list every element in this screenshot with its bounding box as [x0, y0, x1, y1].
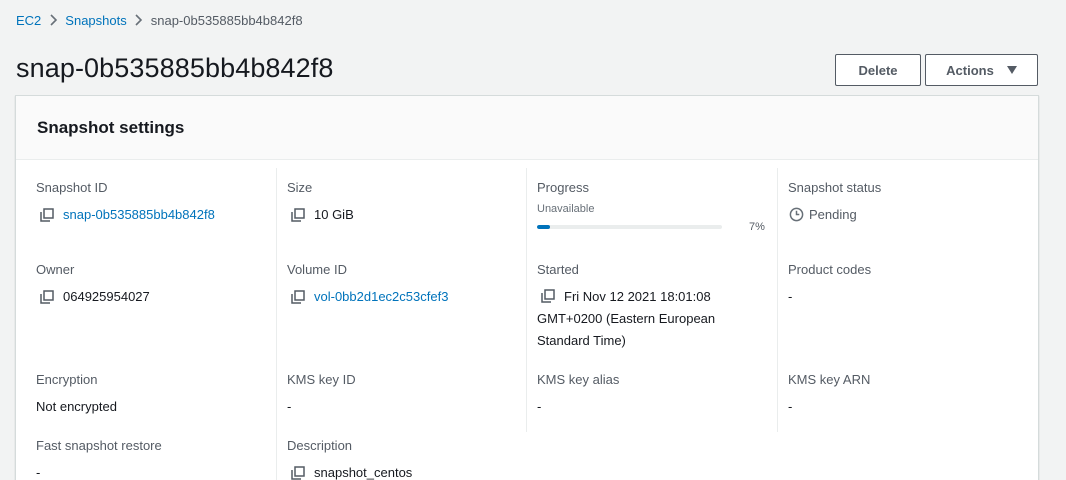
- volume-id-link[interactable]: vol-0bb2d1ec2c53cfef3: [314, 286, 448, 308]
- kms-key-arn-value: -: [788, 399, 793, 414]
- field-value: Fri Nov 12 2021 18:01:08 GMT+0200 (Easte…: [537, 286, 742, 352]
- copy-icon[interactable]: [291, 466, 305, 480]
- breadcrumb-ec2[interactable]: EC2: [16, 13, 41, 28]
- field-label: Snapshot ID: [36, 180, 108, 195]
- field-value: Not encrypted: [36, 396, 276, 418]
- progress-track: [537, 225, 722, 229]
- field-value: 064925954027: [36, 286, 276, 308]
- breadcrumb-current: snap-0b535885bb4b842f8: [150, 13, 303, 28]
- breadcrumb-snapshots[interactable]: Snapshots: [65, 13, 126, 28]
- snapshot-settings-panel: Snapshot settings Snapshot ID snap-0b535…: [15, 95, 1039, 480]
- progress-fill: [537, 225, 550, 229]
- delete-button-label: Delete: [858, 62, 898, 78]
- column-divider: [777, 168, 778, 432]
- kms-key-id-value: -: [287, 399, 292, 414]
- product-codes-value: -: [788, 289, 793, 304]
- field-value: vol-0bb2d1ec2c53cfef3: [287, 286, 527, 308]
- status-value: Pending: [809, 207, 857, 222]
- field-value: -: [36, 462, 276, 480]
- field-size: Size 10 GiB: [287, 180, 527, 226]
- description-value: snapshot_centos: [314, 465, 413, 480]
- page-title: snap-0b535885bb4b842f8: [16, 53, 334, 83]
- field-label: Owner: [36, 262, 75, 277]
- snapshot-id-link[interactable]: snap-0b535885bb4b842f8: [63, 204, 215, 226]
- field-value: 10 GiB: [287, 204, 527, 226]
- field-started: Started Fri Nov 12 2021 18:01:08 GMT+020…: [537, 262, 742, 352]
- copy-icon[interactable]: [291, 208, 305, 222]
- size-value: 10 GiB: [314, 207, 354, 222]
- field-label: Fast snapshot restore: [36, 438, 162, 453]
- actions-dropdown-button[interactable]: Actions: [925, 54, 1038, 86]
- fast-restore-value: -: [36, 465, 41, 480]
- field-label: KMS key alias: [537, 372, 620, 387]
- kms-key-alias-value: -: [537, 399, 542, 414]
- progress-percent: 7%: [749, 221, 765, 233]
- field-fast-snapshot-restore: Fast snapshot restore -: [36, 438, 276, 480]
- encryption-value: Not encrypted: [36, 399, 117, 414]
- field-label: KMS key ARN: [788, 372, 871, 387]
- copy-icon[interactable]: [40, 290, 54, 304]
- field-label: KMS key ID: [287, 372, 356, 387]
- clock-icon: [789, 207, 804, 222]
- field-value: Pending: [788, 204, 1028, 226]
- field-label: Description: [287, 438, 353, 453]
- field-value: snapshot_centos: [287, 462, 527, 480]
- panel-title: Snapshot settings: [37, 118, 185, 137]
- field-snapshot-id: Snapshot ID snap-0b535885bb4b842f8: [36, 180, 276, 226]
- breadcrumb: EC2 Snapshots snap-0b535885bb4b842f8: [16, 13, 303, 28]
- field-kms-key-arn: KMS key ARN -: [788, 372, 1028, 418]
- field-volume-id: Volume ID vol-0bb2d1ec2c53cfef3: [287, 262, 527, 308]
- actions-button-label: Actions: [946, 62, 994, 78]
- field-kms-key-alias: KMS key alias -: [537, 372, 777, 418]
- field-value: -: [287, 396, 527, 418]
- delete-button[interactable]: Delete: [835, 54, 921, 86]
- column-divider: [276, 168, 277, 480]
- field-value: -: [788, 286, 1028, 308]
- field-snapshot-status: Snapshot status Pending: [788, 180, 1028, 226]
- field-encryption: Encryption Not encrypted: [36, 372, 276, 418]
- field-label: Snapshot status: [788, 180, 882, 195]
- owner-value: 064925954027: [63, 289, 150, 304]
- field-label: Size: [287, 180, 313, 195]
- caret-down-icon: [1006, 66, 1017, 74]
- field-label: Product codes: [788, 262, 872, 277]
- field-description: Description snapshot_centos: [287, 438, 527, 480]
- field-kms-key-id: KMS key ID -: [287, 372, 527, 418]
- started-value: Fri Nov 12 2021 18:01:08 GMT+0200 (Easte…: [537, 289, 716, 348]
- progress-sublabel: Unavailable: [537, 203, 595, 215]
- field-owner: Owner 064925954027: [36, 262, 276, 308]
- field-label: Encryption: [36, 372, 98, 387]
- chevron-right-icon: [127, 13, 151, 28]
- field-product-codes: Product codes -: [788, 262, 1028, 308]
- chevron-right-icon: [41, 13, 65, 28]
- field-value: snap-0b535885bb4b842f8: [36, 204, 276, 226]
- field-value: -: [537, 396, 777, 418]
- progress-bar-row: 7%: [537, 221, 777, 233]
- field-label: Progress: [537, 180, 590, 195]
- field-label: Started: [537, 262, 579, 277]
- copy-icon[interactable]: [541, 289, 555, 303]
- field-label: Volume ID: [287, 262, 347, 277]
- copy-icon[interactable]: [40, 208, 54, 222]
- field-value: -: [788, 396, 1028, 418]
- copy-icon[interactable]: [291, 290, 305, 304]
- field-progress: Progress Unavailable 7%: [537, 180, 777, 233]
